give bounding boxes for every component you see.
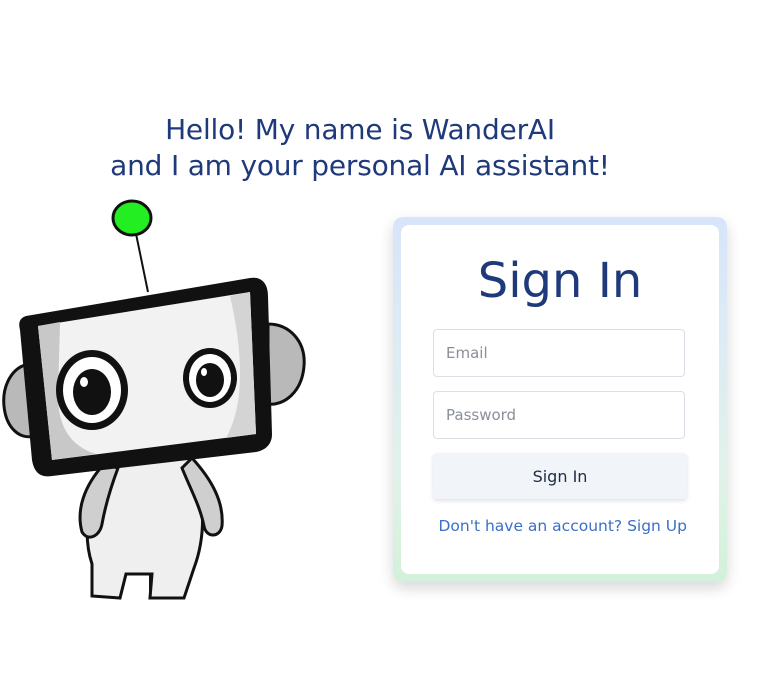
sign-in-button[interactable]: Sign In xyxy=(433,453,687,499)
signin-card: Sign In Sign In Don't have an account? S… xyxy=(401,225,719,574)
sign-up-link[interactable]: Don't have an account? Sign Up xyxy=(433,517,687,535)
signin-title: Sign In xyxy=(477,253,643,309)
page: Hello! My name is WanderAI and I am your… xyxy=(0,0,759,679)
greeting-line-1: Hello! My name is WanderAI xyxy=(165,113,555,146)
greeting-heading: Hello! My name is WanderAI and I am your… xyxy=(0,112,720,184)
robot-mascot-icon xyxy=(2,199,306,600)
email-field[interactable] xyxy=(433,329,685,377)
greeting-line-2: and I am your personal AI assistant! xyxy=(110,149,610,182)
signin-card-frame: Sign In Sign In Don't have an account? S… xyxy=(393,217,727,582)
password-field[interactable] xyxy=(433,391,685,439)
